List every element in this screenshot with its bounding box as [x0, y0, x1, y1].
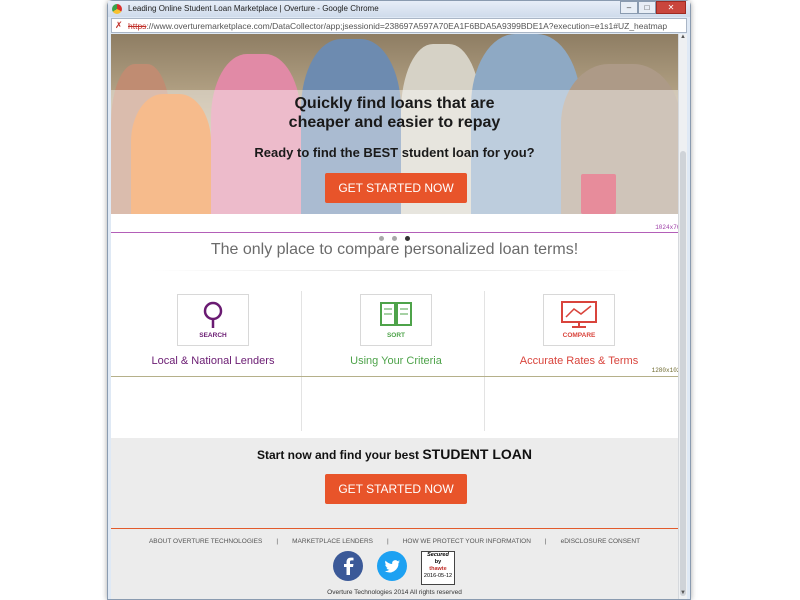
scroll-thumb[interactable]: [680, 151, 686, 596]
hero-subheadline: Ready to find the BEST student loan for …: [254, 145, 535, 160]
cta-section: Start now and find your best STUDENT LOA…: [111, 438, 678, 528]
insecure-lock-icon: ✗: [115, 20, 123, 30]
monitor-chart-icon: [561, 301, 597, 328]
copyright: Overture Technologies 2014 All rights re…: [327, 589, 462, 596]
footer-link-lenders[interactable]: MARKETPLACE LENDERS: [292, 538, 373, 545]
footer-link-about[interactable]: ABOUT OVERTURE TECHNOLOGIES: [149, 538, 262, 545]
compare-icon-box[interactable]: COMPARE: [543, 294, 615, 346]
thawte-security-seal[interactable]: Secured by thawte 2016-05-12: [421, 551, 455, 585]
vertical-scrollbar[interactable]: ▲ ▼: [678, 34, 687, 599]
compare-icon-label: COMPARE: [562, 332, 596, 339]
tagline: The only place to compare personalized l…: [210, 241, 579, 258]
twitter-icon[interactable]: [377, 551, 407, 581]
feature-search[interactable]: SEARCH Local & National Lenders: [117, 289, 297, 434]
feature-compare[interactable]: COMPARE Accurate Rates & Terms: [483, 289, 663, 434]
page-viewport: Quickly find loans that are cheaper and …: [111, 34, 687, 599]
resolution-guide-line: [111, 232, 678, 233]
resolution-guide-line: [111, 376, 678, 377]
title-bar: Leading Online Student Loan Marketplace …: [108, 1, 690, 17]
feature-sort[interactable]: SORT Using Your Criteria: [300, 289, 480, 434]
window-controls: – □ ✕: [620, 1, 686, 14]
scroll-up-icon[interactable]: ▲: [679, 34, 687, 43]
search-icon-box[interactable]: SEARCH: [177, 294, 249, 346]
footer-link-protect[interactable]: HOW WE PROTECT YOUR INFORMATION: [403, 538, 531, 545]
window-title: Leading Online Student Loan Marketplace …: [128, 4, 379, 13]
magnifier-icon: [203, 301, 223, 328]
feature-sort-text: Using Your Criteria: [350, 355, 442, 367]
minimize-button[interactable]: –: [620, 1, 638, 14]
hero-banner: Quickly find loans that are cheaper and …: [111, 34, 678, 214]
search-icon-label: SEARCH: [199, 332, 227, 339]
chrome-icon: [112, 4, 122, 14]
book-icon: [380, 302, 412, 326]
sort-icon-label: SORT: [386, 332, 406, 339]
footer: ABOUT OVERTURE TECHNOLOGIES | MARKETPLACE …: [111, 528, 678, 599]
footer-link-edisclosure[interactable]: eDISCLOSURE CONSENT: [561, 538, 640, 545]
feature-compare-text: Accurate Rates & Terms: [519, 355, 639, 367]
tagline-divider: [151, 270, 641, 271]
browser-window: Leading Online Student Loan Marketplace …: [107, 0, 691, 600]
sort-icon-box[interactable]: SORT: [360, 294, 432, 346]
scroll-down-icon[interactable]: ▼: [679, 590, 687, 599]
url-text[interactable]: https://www.overturemarketplace.com/Data…: [128, 21, 684, 31]
address-bar[interactable]: ✗ https://www.overturemarketplace.com/Da…: [111, 18, 687, 33]
hero-headline: Quickly find loans that are cheaper and …: [288, 95, 501, 131]
close-button[interactable]: ✕: [656, 1, 686, 14]
cta-get-started-button[interactable]: GET STARTED NOW: [325, 474, 467, 504]
feature-search-text: Local & National Lenders: [151, 355, 275, 367]
hero-get-started-button[interactable]: GET STARTED NOW: [325, 173, 467, 203]
cta-text: Start now and find your best STUDENT LOA…: [256, 446, 532, 462]
footer-links: ABOUT OVERTURE TECHNOLOGIES | MARKETPLACE …: [148, 538, 641, 545]
facebook-icon[interactable]: [333, 551, 363, 581]
maximize-button[interactable]: □: [638, 1, 656, 14]
